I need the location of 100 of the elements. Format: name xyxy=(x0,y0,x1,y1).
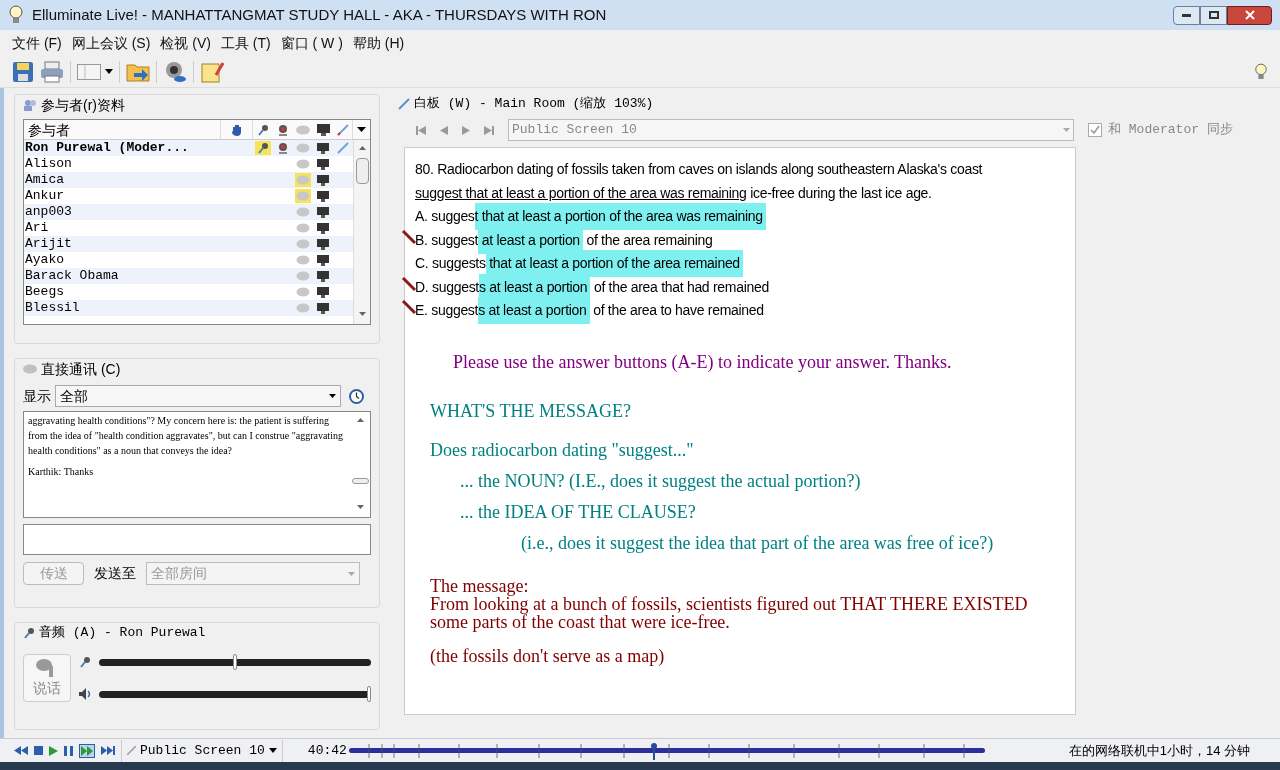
answer-text: of the area that had remained xyxy=(592,277,769,297)
chat-message: Karthik: Thanks xyxy=(28,465,95,479)
menu-item[interactable]: 文件 (F) xyxy=(12,32,62,54)
menu-item[interactable]: 网上会议 (S) xyxy=(71,32,151,54)
slider-thumb[interactable] xyxy=(367,686,371,702)
microphone-volume-slider[interactable] xyxy=(99,653,371,671)
panel-title: 参与者(r)资料 xyxy=(41,95,125,115)
monitor-icon xyxy=(317,174,329,186)
up-arrow-icon[interactable] xyxy=(358,146,366,150)
printer-icon[interactable] xyxy=(40,60,64,83)
pen-icon xyxy=(398,98,410,110)
down-arrow-icon[interactable] xyxy=(357,505,364,509)
close-button[interactable] xyxy=(1227,5,1272,25)
window-title: Elluminate Live! - MANHATTANGMAT STUDY HALL - AKA - THURSDAYS WITH RON xyxy=(32,4,607,25)
microphone-icon[interactable] xyxy=(257,123,269,136)
caret-icon xyxy=(268,748,277,753)
caret-icon xyxy=(1063,128,1070,132)
speaker-volume-slider[interactable] xyxy=(99,685,371,703)
skip-end-icon[interactable] xyxy=(101,746,115,755)
webcam-icon[interactable] xyxy=(277,123,289,136)
note-text: Please use the answer buttons (A-E) to indicate your answer. Thanks. xyxy=(452,350,953,374)
participant-name[interactable]: Alison xyxy=(24,156,221,172)
highlighted-text: s at least a portion xyxy=(478,297,590,325)
webcam-icon[interactable] xyxy=(163,60,187,83)
monitor-icon xyxy=(317,190,329,202)
speech-bubble-icon xyxy=(23,364,37,374)
show-filter-dropdown[interactable]: 全部 xyxy=(55,385,341,407)
note-text: WHAT'S THE MESSAGE? xyxy=(429,399,632,423)
connection-status: 在的网络联机中1小时，14 分钟 xyxy=(1068,741,1250,760)
monitor-icon xyxy=(317,206,329,218)
participant-name[interactable]: Ayako xyxy=(24,252,221,268)
question-text: 80. Radiocarbon dating of fossils taken from caves on islands along southeastern Alaska's coast suggest that at least a portion of the area was remaining ice-free during the last ice age. xyxy=(415,160,984,203)
monitor-icon xyxy=(317,222,329,234)
participant-name[interactable]: Beegs xyxy=(24,284,221,300)
caret-icon xyxy=(329,394,336,398)
minimize-icon xyxy=(1182,13,1191,17)
panel-title: 音频 (A) - Ron Purewal xyxy=(39,624,206,643)
monitor-icon xyxy=(317,158,329,170)
answer-text: A. sugges xyxy=(415,207,475,227)
lightbulb-icon xyxy=(8,5,24,25)
caret-icon xyxy=(357,127,366,132)
menu-item[interactable]: 窗口 ( W ) xyxy=(280,32,343,54)
answer-text: D. suggest xyxy=(415,277,479,297)
highlighted-text: t that at least a portion of the area was remaining xyxy=(474,203,766,231)
pause-icon[interactable] xyxy=(64,745,73,756)
sync-checkbox[interactable] xyxy=(1088,123,1102,137)
down-arrow-icon[interactable] xyxy=(358,312,366,316)
layout-dropdown[interactable] xyxy=(77,63,113,80)
up-arrow-icon[interactable] xyxy=(357,418,364,422)
slider-thumb[interactable] xyxy=(233,654,237,670)
monitor-icon xyxy=(317,254,329,266)
scrollbar-thumb[interactable] xyxy=(355,158,369,184)
save-icon[interactable] xyxy=(12,60,34,83)
minimize-button[interactable] xyxy=(1173,5,1200,25)
sync-label: 和 Moderator 同步 xyxy=(1108,121,1233,140)
menu-item[interactable]: 工具 (T) xyxy=(220,32,271,54)
participant-name[interactable]: Ankur xyxy=(24,188,221,204)
timeline-track[interactable] xyxy=(348,741,985,760)
clock-icon[interactable] xyxy=(349,388,364,404)
scrollbar[interactable] xyxy=(353,140,370,324)
rewind-icon[interactable] xyxy=(14,746,28,755)
monitor-icon xyxy=(317,286,329,298)
fast-forward-icon[interactable] xyxy=(79,743,95,758)
people-icon xyxy=(23,99,37,111)
note-text: The message: xyxy=(429,576,530,595)
send-to-label: 发送至 xyxy=(94,564,136,583)
note-text: (i.e., does it suggest the idea that part of the area was free of ice?) xyxy=(520,531,995,555)
screen-selector[interactable]: Public Screen 10 xyxy=(121,739,283,762)
answer-text: of the area to have remained xyxy=(592,301,764,321)
layout-icon xyxy=(77,63,101,80)
scrollbar-thumb[interactable] xyxy=(352,478,369,484)
note-text: (the fossils don't serve as a map) xyxy=(429,644,666,668)
note-text: Does radiocarbon dating "suggest..." xyxy=(429,438,695,462)
show-label: 显示 xyxy=(23,386,51,406)
raised-hand-icon[interactable] xyxy=(230,123,243,136)
note-text: ... the NOUN? (I.E., does it suggest the actual portion?) xyxy=(459,469,862,493)
answer-text: B. suggest xyxy=(415,230,479,250)
panel-title: 直接通讯 (C) xyxy=(41,359,121,379)
caret-icon xyxy=(348,571,355,576)
menu-item[interactable]: 检视 (V) xyxy=(160,32,211,54)
panel-title: 白板 (W) - Main Room (缩放 103%) xyxy=(414,95,654,114)
speaker-icon xyxy=(79,688,91,700)
participant-name[interactable]: Ari xyxy=(24,220,221,236)
play-icon[interactable] xyxy=(49,745,58,756)
lightbulb-icon[interactable] xyxy=(1254,62,1268,81)
pen-icon[interactable] xyxy=(336,123,349,136)
monitor-icon[interactable] xyxy=(316,123,330,136)
chat-input-field[interactable] xyxy=(23,524,371,555)
playback-time: 40:42 xyxy=(307,741,347,760)
answer-text: E. suggest xyxy=(415,301,479,321)
caret-icon xyxy=(105,69,113,74)
playhead[interactable] xyxy=(651,741,658,760)
menu-item[interactable]: 帮助 (H) xyxy=(352,32,405,54)
notepad-pencil-icon[interactable] xyxy=(200,60,224,83)
answer-text: of the area remaining xyxy=(585,230,713,250)
maximize-button[interactable] xyxy=(1200,5,1227,25)
pen-icon xyxy=(127,746,136,755)
chat-message: aggravating health conditions"? My concern here is: the patient is suffering from the idea of "health condition aggravates", but can I construe "aggravating health conditions" as a noun that conveys the idea? xyxy=(28,414,344,458)
answer-text: C. suggests xyxy=(415,254,486,274)
microphone-icon xyxy=(23,627,35,639)
